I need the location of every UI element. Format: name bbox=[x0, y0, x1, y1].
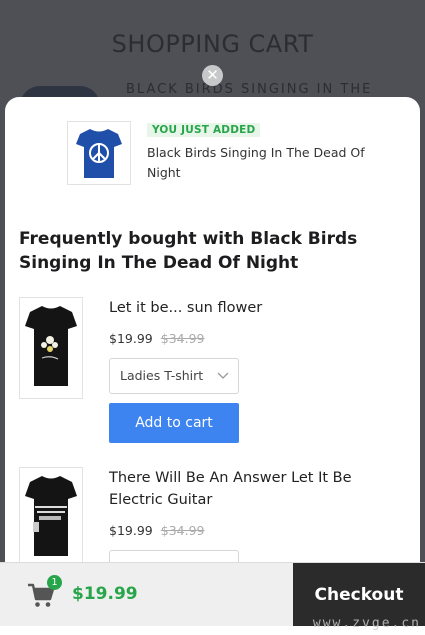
background-product-name: BLACK BIRDS SINGING IN THE bbox=[126, 82, 373, 97]
price: $19.99 bbox=[109, 523, 153, 538]
cart-count-badge: 1 bbox=[47, 575, 62, 590]
added-item-thumbnail bbox=[67, 121, 131, 185]
added-item-name[interactable]: Black Birds Singing In The Dead Of Night bbox=[147, 143, 377, 183]
added-to-cart-sheet: YOU JUST ADDED Black Birds Singing In Th… bbox=[5, 97, 420, 567]
old-price: $34.99 bbox=[160, 523, 205, 538]
product-card: There Will Be An Answer Let It Be Electr… bbox=[19, 467, 409, 567]
product-card: Let it be... sun flower $19.99 $34.99 Lad… bbox=[19, 297, 409, 447]
price: $19.99 bbox=[109, 331, 153, 346]
frequently-bought-heading: Frequently bought with Black Birds Singi… bbox=[19, 229, 358, 273]
chevron-down-icon bbox=[217, 372, 229, 379]
price-row: $19.99 $34.99 bbox=[109, 523, 205, 538]
close-icon[interactable]: ✕ bbox=[202, 65, 223, 86]
product-name[interactable]: Let it be... sun flower bbox=[109, 297, 399, 319]
product-thumbnail[interactable] bbox=[19, 467, 83, 567]
cart-total: $19.99 bbox=[72, 584, 138, 604]
variant-select-value: Ladies T-shirt bbox=[120, 368, 204, 383]
price-row: $19.99 $34.99 bbox=[109, 331, 205, 346]
add-to-cart-button[interactable]: Add to cart bbox=[109, 403, 239, 443]
added-badge: YOU JUST ADDED bbox=[147, 123, 261, 137]
screen: SHOPPING CART BLACK BIRDS SINGING IN THE… bbox=[0, 0, 425, 635]
old-price: $34.99 bbox=[160, 331, 205, 346]
product-name[interactable]: There Will Be An Answer Let It Be Electr… bbox=[109, 467, 399, 511]
variant-select[interactable]: Ladies T-shirt bbox=[109, 358, 239, 394]
watermark: www.zvge.cn bbox=[312, 616, 421, 631]
product-thumbnail[interactable] bbox=[19, 297, 83, 399]
added-item: YOU JUST ADDED Black Birds Singing In Th… bbox=[67, 121, 407, 189]
page-title: SHOPPING CART bbox=[111, 30, 314, 58]
